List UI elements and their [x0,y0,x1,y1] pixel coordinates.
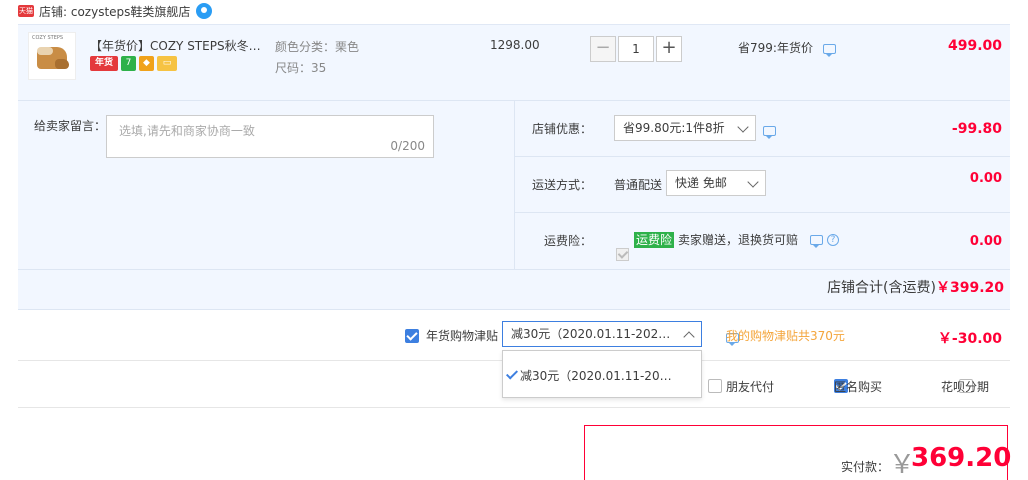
subsidy-option[interactable]: 减30元（2020.01.11-20… [505,367,672,384]
insurance-amount: 0.00 [969,234,1002,249]
shipping-select[interactable]: 快递 免邮 [666,170,766,196]
thumbnail-brand: COZY STEPS [32,35,64,41]
chevron-down-icon [737,121,749,133]
friend-pay-label: 朋友代付 [726,380,775,394]
shop-header: 天猫 店铺: cozysteps鞋类旗舰店 [18,0,213,22]
help-icon[interactable]: ? [827,233,840,246]
tmall-badge-icon: 天猫 [18,5,34,17]
wangwang-chat-icon[interactable] [196,3,213,19]
item-total-price: 499.00 [947,38,1002,54]
subsidy-dropdown-list: 减30元（2020.01.11-20… [502,350,702,398]
final-amount: 369.20 [911,443,1012,473]
options-separator [18,269,1010,270]
subsidy-select[interactable]: 减30元（2020.01.11-202… [502,321,702,347]
final-payment-box: 实付款： ￥ 369.20 [584,425,1012,480]
discount-info-icon[interactable] [763,125,776,139]
saving-info-icon[interactable] [822,43,836,57]
shipping-label: 运送方式： [531,178,592,192]
quantity-increase-button[interactable]: + [656,36,682,62]
insurance-chat-icon[interactable] [810,234,824,248]
insurance-label: 运费险： [543,234,592,248]
shop-name-link[interactable]: 店铺: cozysteps鞋类旗舰店 [39,3,190,20]
quantity-decrease-button[interactable]: − [590,36,616,62]
sku-size: 尺码：35 [275,61,327,75]
subsidy-checkbox[interactable] [405,328,419,343]
unit-price: 1298.00 [490,38,540,52]
shipping-selected: 快递 免邮 [675,176,727,190]
options-separator [515,156,1010,157]
insurance-text: 卖家赠送，退换货可赔 [678,233,799,247]
shipping-method: 普通配送 [614,178,663,192]
sku-color: 颜色分类：栗色 [275,40,360,54]
seller-message-input[interactable]: 选填,请先和商家协商一致 0/200 [106,115,434,158]
anonymous-label: 匿名购买 [834,380,883,394]
shipping-amount: 0.00 [969,171,1002,186]
discount-label: 店铺优惠： [531,122,592,136]
chevron-down-icon [747,176,759,188]
subtotal-amount: ￥399.20 [936,280,1005,296]
product-service-icons: 年货 7 ◆ ▭ [90,56,177,71]
options-separator [515,212,1010,213]
quantity-input[interactable]: 1 [618,36,654,62]
credit-card-icon: ▭ [157,56,177,71]
discount-selected: 省99.80元:1件8折 [623,121,725,135]
saving-text: 省799:年货价 [738,41,813,55]
message-char-count: 0/200 [390,139,425,153]
boot-image-icon [37,47,69,69]
check-icon [505,367,519,380]
order-item-row: COZY STEPS 【年货价】COZY STEPS秋冬… 年货 7 ◆ ▭ 颜… [18,24,1010,100]
subsidy-label: 年货购物津贴 [426,329,499,343]
subsidy-link[interactable]: 我的购物津贴共370元 [726,327,845,344]
subsidy-option-label: 减30元（2020.01.11-20… [520,369,672,383]
guarantee-icon: ◆ [139,56,154,71]
message-label: 给卖家留言： [34,119,107,133]
subsidy-selected: 减30元（2020.01.11-202… [511,327,671,341]
seven-day-return-icon: 7 [121,56,136,71]
friend-pay-checkbox[interactable] [708,378,722,393]
product-title-link[interactable]: 【年货价】COZY STEPS秋冬… [90,37,266,54]
final-label: 实付款： [841,460,890,474]
insurance-tag: 运费险 [634,231,675,248]
quantity-stepper: − 1 + [590,36,682,62]
insurance-info: 运费险 卖家赠送，退换货可赔 ? [634,231,840,248]
options-divider [514,101,515,269]
discount-select[interactable]: 省99.80元:1件8折 [614,115,756,141]
subtotal-label: 店铺合计(含运费) [827,280,936,296]
insurance-checkbox[interactable] [616,248,629,261]
huabei-label: 花呗分期 [941,380,990,394]
product-thumbnail[interactable]: COZY STEPS [28,32,76,80]
discount-amount: -99.80 [951,121,1002,137]
message-placeholder: 选填,请先和商家协商一致 [119,124,255,138]
subsidy-amount: ￥-30.00 [937,331,1002,347]
chevron-up-icon [683,331,695,343]
nianhuo-badge-icon: 年货 [90,56,118,71]
order-options-panel: 给卖家留言： 选填,请先和商家协商一致 0/200 店铺优惠： 省99.80元:… [18,100,1010,310]
saving-info: 省799:年货价 [738,39,836,57]
